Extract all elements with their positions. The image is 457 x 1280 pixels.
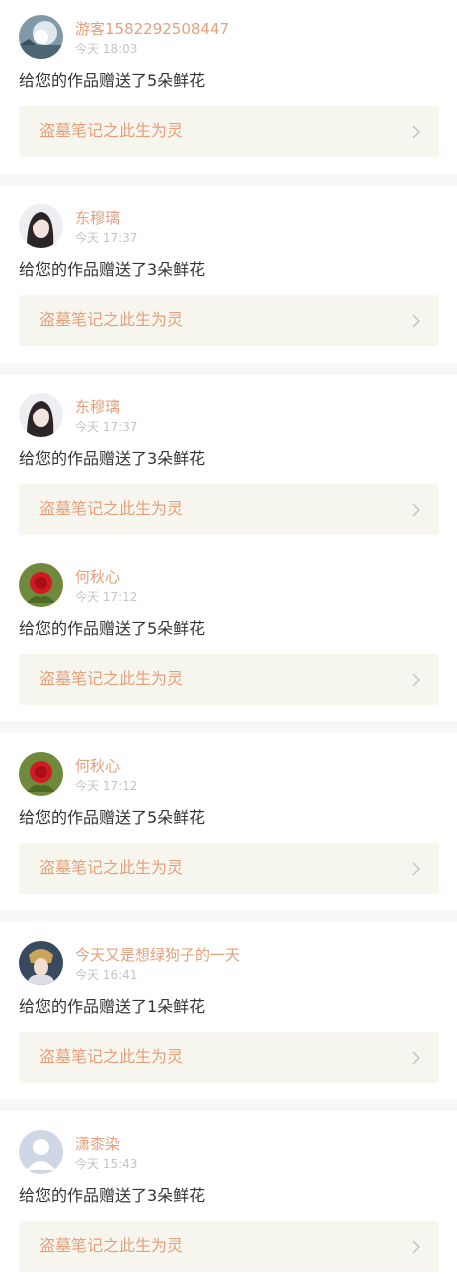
work-title: 盗墓笔记之此生为灵: [39, 121, 184, 140]
user-name[interactable]: 何秋心: [75, 757, 120, 775]
gift-message: 给您的作品赠送了1朵鲜花: [19, 997, 206, 1016]
avatar[interactable]: [19, 1130, 63, 1174]
notification-item: 东穆璃 今天 17:37 给您的作品赠送了3朵鲜花 盗墓笔记之此生为灵: [0, 393, 457, 543]
work-link-card[interactable]: 盗墓笔记之此生为灵: [19, 295, 439, 346]
notification-item: 今天又是想绿狗子的一天 今天 16:41 给您的作品赠送了1朵鲜花 盗墓笔记之此…: [0, 941, 457, 1091]
work-title: 盗墓笔记之此生为灵: [39, 499, 184, 518]
work-link-card[interactable]: 盗墓笔记之此生为灵: [19, 484, 439, 535]
chevron-right-icon: [411, 1239, 421, 1255]
notification-item: 潇桼染 今天 15:43 给您的作品赠送了3朵鲜花 盗墓笔记之此生为灵: [0, 1130, 457, 1280]
timestamp: 今天 17:37: [75, 231, 138, 245]
work-link-card[interactable]: 盗墓笔记之此生为灵: [19, 1032, 439, 1083]
notification-item: 东穆璃 今天 17:37 给您的作品赠送了3朵鲜花 盗墓笔记之此生为灵: [0, 204, 457, 354]
user-name[interactable]: 东穆璃: [75, 398, 120, 416]
work-link-card[interactable]: 盗墓笔记之此生为灵: [19, 1221, 439, 1272]
work-link-card[interactable]: 盗墓笔记之此生为灵: [19, 843, 439, 894]
timestamp: 今天 17:12: [75, 779, 138, 793]
chevron-right-icon: [411, 124, 421, 140]
notification-item: 何秋心 今天 17:12 给您的作品赠送了5朵鲜花 盗墓笔记之此生为灵: [0, 563, 457, 713]
chevron-right-icon: [411, 502, 421, 518]
timestamp: 今天 18:03: [75, 42, 138, 56]
gift-message: 给您的作品赠送了5朵鲜花: [19, 619, 206, 638]
gift-message: 给您的作品赠送了5朵鲜花: [19, 808, 206, 827]
timestamp: 今天 17:12: [75, 590, 138, 604]
notification-item: 游客1582292508447 今天 18:03 给您的作品赠送了5朵鲜花 盗墓…: [0, 15, 457, 165]
avatar[interactable]: [19, 941, 63, 985]
user-name[interactable]: 今天又是想绿狗子的一天: [75, 946, 240, 964]
avatar[interactable]: [19, 204, 63, 248]
item-separator: [0, 1099, 457, 1111]
item-separator: [0, 174, 457, 186]
default-avatar-icon: [19, 1130, 63, 1174]
item-separator: [0, 363, 457, 375]
gift-message: 给您的作品赠送了3朵鲜花: [19, 260, 206, 279]
chevron-right-icon: [411, 1050, 421, 1066]
work-title: 盗墓笔记之此生为灵: [39, 858, 184, 877]
rose-avatar-icon: [19, 752, 63, 796]
timestamp: 今天 15:43: [75, 1157, 138, 1171]
costume-avatar-icon: [19, 941, 63, 985]
chevron-right-icon: [411, 861, 421, 877]
work-title: 盗墓笔记之此生为灵: [39, 1047, 184, 1066]
girl-avatar-icon: [19, 393, 63, 437]
avatar[interactable]: [19, 752, 63, 796]
user-name[interactable]: 东穆璃: [75, 209, 120, 227]
chevron-right-icon: [411, 672, 421, 688]
timestamp: 今天 16:41: [75, 968, 138, 982]
work-title: 盗墓笔记之此生为灵: [39, 310, 184, 329]
work-title: 盗墓笔记之此生为灵: [39, 1236, 184, 1255]
rose-avatar-icon: [19, 563, 63, 607]
item-separator: [0, 721, 457, 733]
chevron-right-icon: [411, 313, 421, 329]
gift-message: 给您的作品赠送了3朵鲜花: [19, 1186, 206, 1205]
avatar[interactable]: [19, 393, 63, 437]
avatar[interactable]: [19, 15, 63, 59]
girl-avatar-icon: [19, 204, 63, 248]
work-link-card[interactable]: 盗墓笔记之此生为灵: [19, 106, 439, 157]
user-name[interactable]: 何秋心: [75, 568, 120, 586]
gift-message: 给您的作品赠送了3朵鲜花: [19, 449, 206, 468]
landscape-avatar-icon: [19, 15, 63, 59]
item-separator: [0, 910, 457, 922]
timestamp: 今天 17:37: [75, 420, 138, 434]
work-title: 盗墓笔记之此生为灵: [39, 669, 184, 688]
notification-item: 何秋心 今天 17:12 给您的作品赠送了5朵鲜花 盗墓笔记之此生为灵: [0, 752, 457, 902]
work-link-card[interactable]: 盗墓笔记之此生为灵: [19, 654, 439, 705]
gift-message: 给您的作品赠送了5朵鲜花: [19, 71, 206, 90]
user-name[interactable]: 游客1582292508447: [75, 20, 229, 38]
user-name[interactable]: 潇桼染: [75, 1135, 120, 1153]
avatar[interactable]: [19, 563, 63, 607]
